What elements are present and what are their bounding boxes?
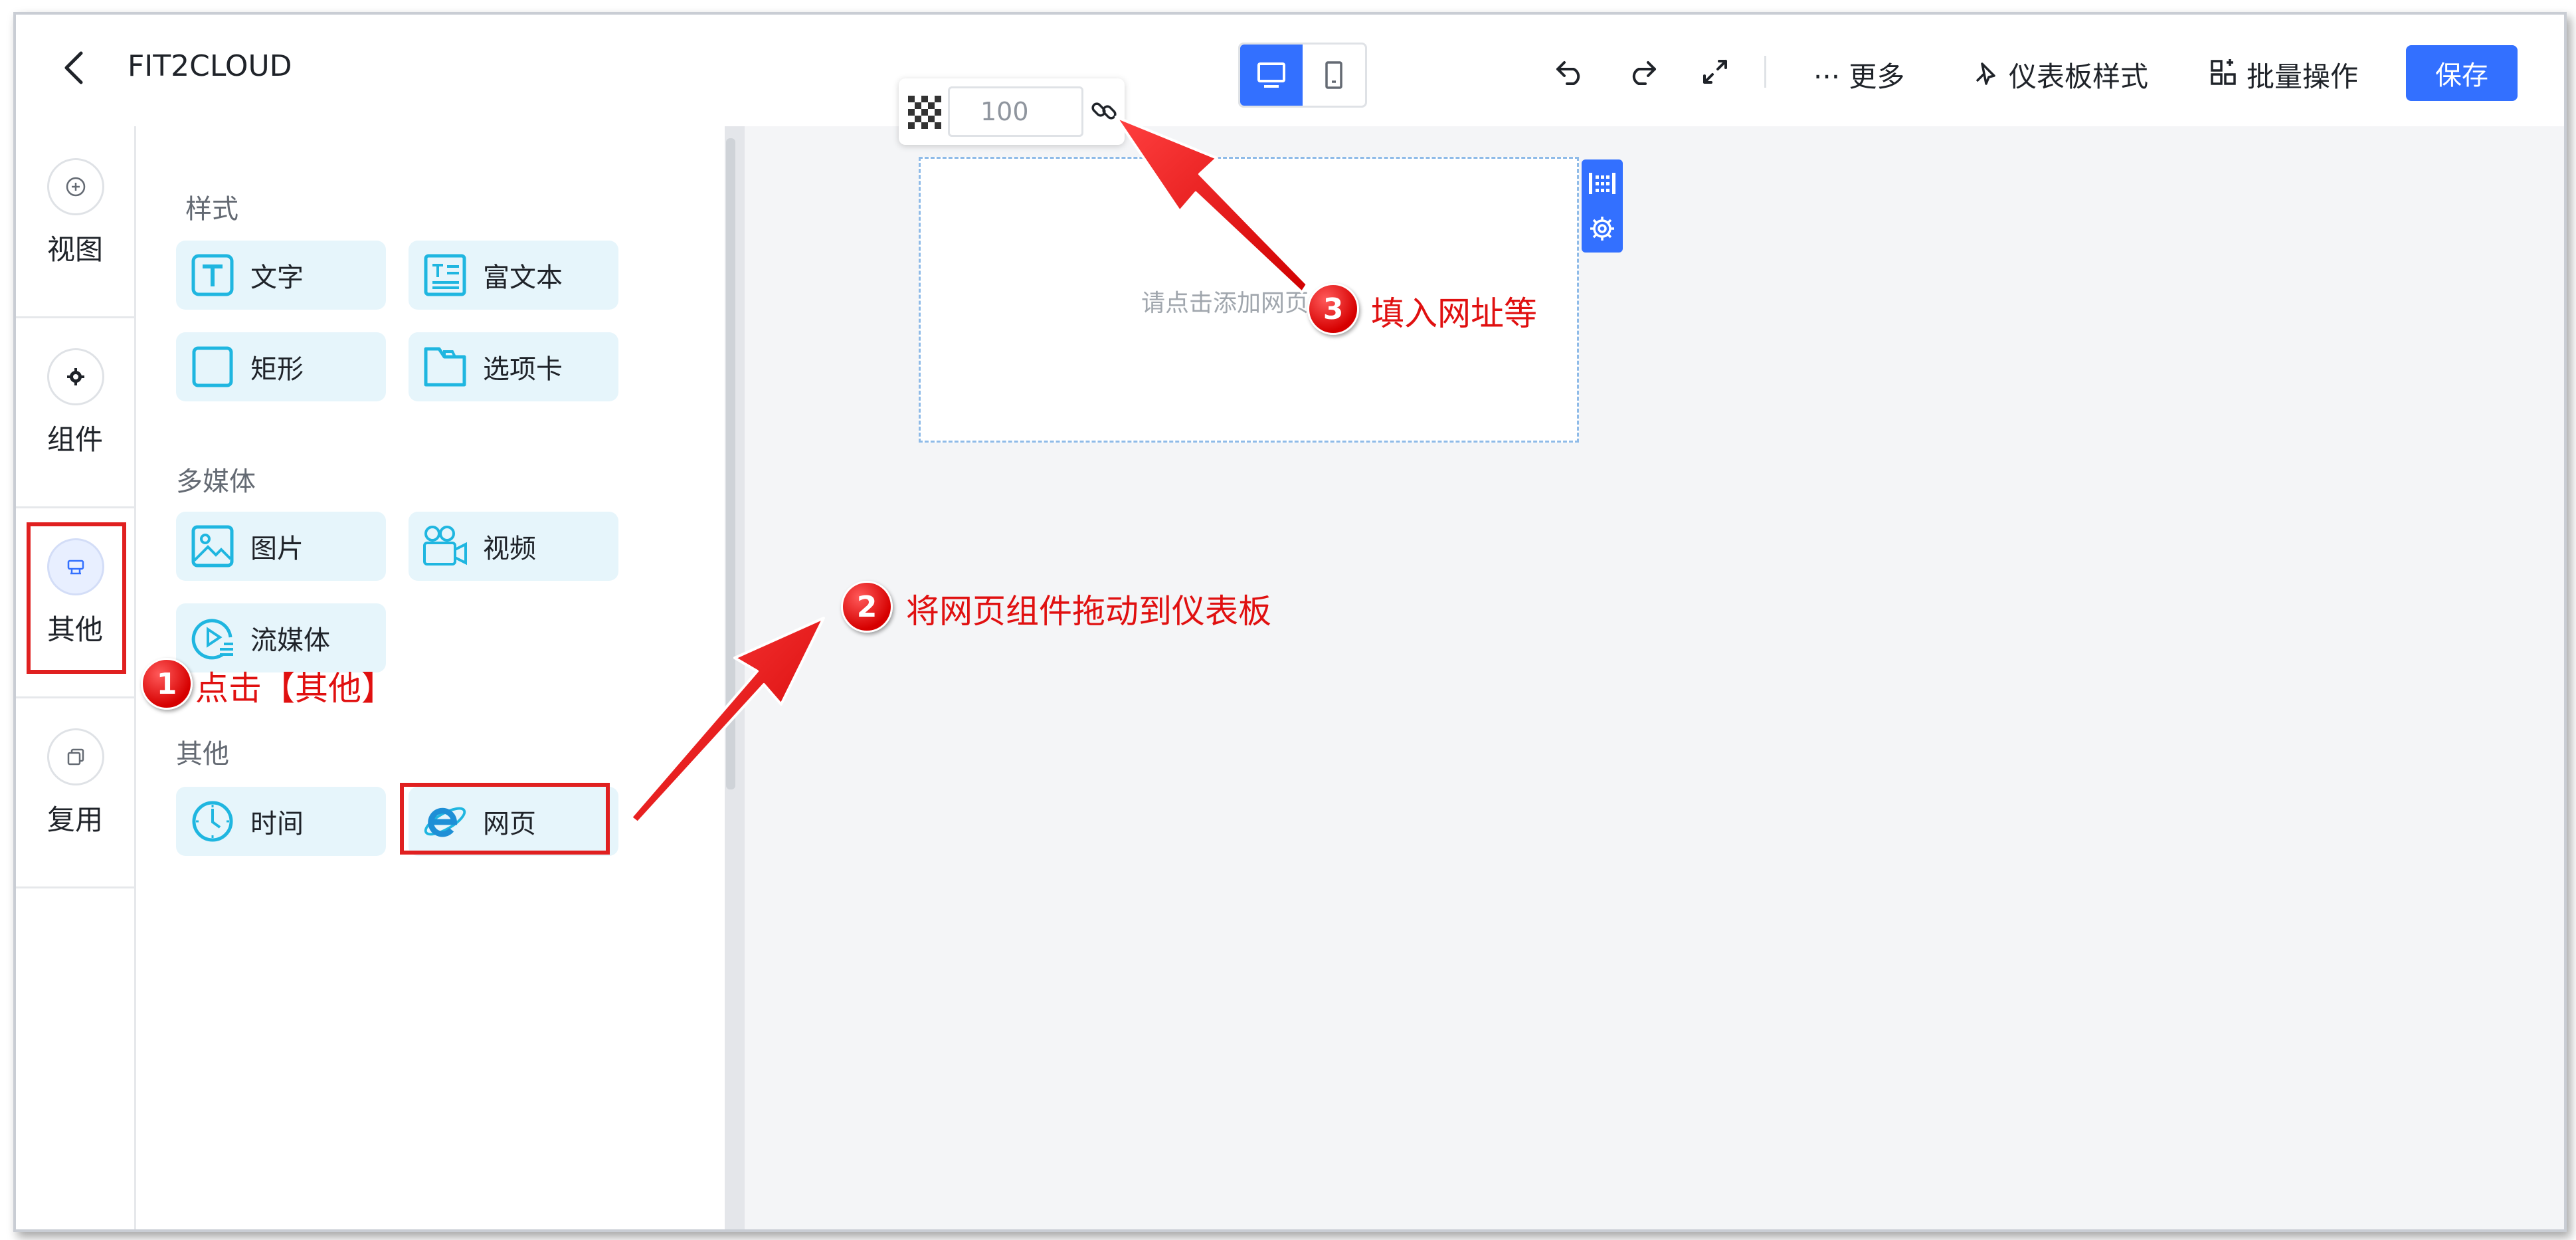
component-label: 流媒体 (250, 625, 330, 656)
step2-annotation: 将网页组件拖动到仪表板 (906, 592, 1271, 631)
highlight-webpage-component (400, 783, 610, 855)
component-label: 视频 (483, 534, 536, 564)
component-toolbar: 100 (899, 78, 1125, 145)
text-icon (189, 252, 236, 298)
opacity-checker-icon[interactable] (908, 96, 941, 129)
image-icon (189, 523, 236, 569)
component-time[interactable]: 时间 (176, 787, 386, 856)
mobile-view-icon[interactable] (1303, 45, 1365, 106)
app-window: FIT2CLOUD ··· 更多 仪表板样式 批量操作 保存 视图 组件 其他 … (13, 12, 2567, 1232)
section-title-media: 多媒体 (176, 466, 256, 497)
fullscreen-icon[interactable] (1695, 52, 1735, 92)
reuse-copy-icon (47, 728, 104, 785)
desktop-view-icon[interactable] (1240, 45, 1303, 106)
panel-scrollbar[interactable] (725, 126, 745, 1229)
settings-gear-icon[interactable] (1582, 207, 1623, 250)
section-title-other: 其他 (176, 739, 229, 770)
drag-grid-icon[interactable] (1582, 162, 1623, 205)
rail-label-view: 视图 (46, 233, 103, 266)
scrollbar-thumb[interactable] (726, 138, 735, 789)
clock-icon (189, 798, 236, 845)
stream-media-icon (189, 615, 236, 661)
dashboard-canvas[interactable]: 100 请点击添加网页信息 (745, 78, 2564, 1229)
opacity-input[interactable]: 100 (948, 86, 1083, 137)
left-rail: 视图 组件 其他 复用 (16, 126, 136, 1229)
component-label: 富文本 (483, 262, 563, 293)
component-label: 矩形 (250, 354, 304, 385)
component-label: 时间 (250, 809, 304, 839)
header-divider (1764, 56, 1766, 88)
step1-badge: 1 (141, 658, 193, 710)
component-text[interactable]: 文字 (176, 241, 386, 310)
rail-item-reuse[interactable]: 复用 (16, 696, 134, 888)
component-side-controls (1582, 159, 1623, 253)
component-label: 文字 (250, 262, 304, 293)
component-rich-text[interactable]: 富文本 (409, 241, 618, 310)
component-tabs[interactable]: 选项卡 (409, 332, 618, 401)
rail-label-components: 组件 (46, 423, 103, 456)
tabs-icon (422, 344, 468, 390)
undo-icon[interactable] (1550, 52, 1590, 92)
step3-badge: 3 (1307, 283, 1359, 335)
add-view-icon (47, 158, 104, 215)
video-camera-icon (422, 523, 468, 569)
step2-badge: 2 (841, 581, 893, 633)
rail-item-view[interactable]: 视图 (16, 126, 134, 318)
back-icon[interactable] (54, 48, 94, 88)
rectangle-icon (189, 344, 236, 390)
more-button[interactable]: ··· 更多 (1813, 54, 1904, 95)
component-gear-icon (47, 348, 104, 405)
component-label: 选项卡 (483, 354, 563, 385)
rich-text-icon (422, 252, 468, 298)
component-rectangle[interactable]: 矩形 (176, 332, 386, 401)
redo-icon[interactable] (1622, 52, 1662, 92)
component-image[interactable]: 图片 (176, 512, 386, 581)
top-header: FIT2CLOUD ··· 更多 仪表板样式 批量操作 保存 (16, 15, 2564, 128)
component-video[interactable]: 视频 (409, 512, 618, 581)
rail-label-reuse: 复用 (46, 803, 103, 836)
highlight-other-rail (27, 522, 126, 674)
batch-operation-button[interactable]: 批量操作 (2247, 54, 2358, 95)
section-title-style: 样式 (185, 194, 238, 225)
device-switch (1238, 43, 1367, 108)
step3-annotation: 填入网址等 (1371, 294, 1537, 333)
link-icon[interactable] (1086, 93, 1122, 129)
save-button[interactable]: 保存 (2406, 45, 2518, 101)
dashboard-title[interactable]: FIT2CLOUD (128, 49, 292, 83)
component-label: 图片 (250, 534, 304, 564)
dashboard-style-button[interactable]: 仪表板样式 (2009, 54, 2148, 95)
step1-annotation: 点击【其他】 (195, 669, 395, 708)
batch-operation-icon[interactable] (2205, 54, 2241, 90)
rail-item-components[interactable]: 组件 (16, 316, 134, 508)
dashboard-style-icon[interactable] (1968, 54, 2003, 90)
